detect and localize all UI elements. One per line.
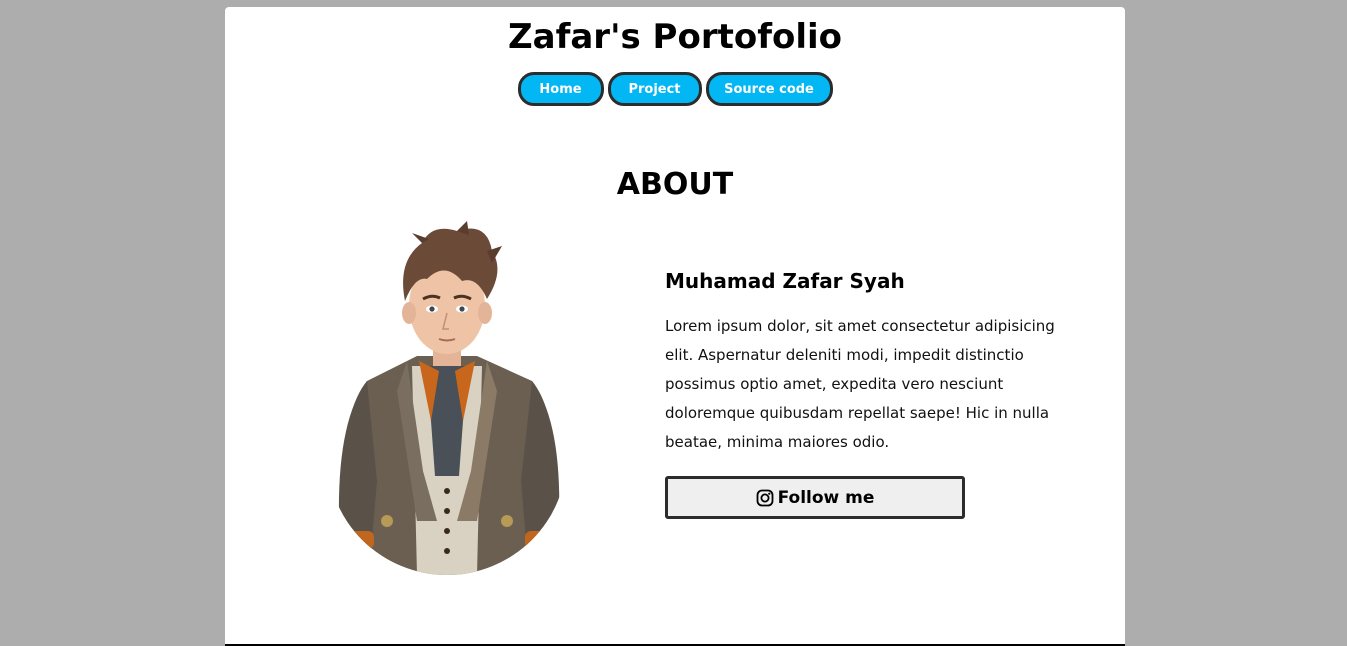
- follow-me-button[interactable]: Follow me: [665, 476, 965, 519]
- bio-text: Lorem ipsum dolor, sit amet consectetur …: [665, 317, 1055, 451]
- person-name: Muhamad Zafar Syah: [665, 269, 905, 293]
- nav-home-button[interactable]: Home: [517, 72, 604, 106]
- avatar: [327, 221, 567, 575]
- instagram-icon: [756, 489, 774, 507]
- about-heading: ABOUT: [616, 167, 734, 202]
- nav-project-button[interactable]: Project: [607, 72, 702, 106]
- nav-source-code-button[interactable]: Source code: [705, 72, 833, 106]
- site-title: Zafar's Portofolio: [507, 17, 843, 57]
- follow-me-label: Follow me: [777, 487, 875, 508]
- main-nav: Home Project Source code: [225, 72, 1125, 106]
- avatar-illustration: [338, 221, 560, 575]
- page-card: Zafar's Portofolio Home Project Source c…: [225, 7, 1125, 646]
